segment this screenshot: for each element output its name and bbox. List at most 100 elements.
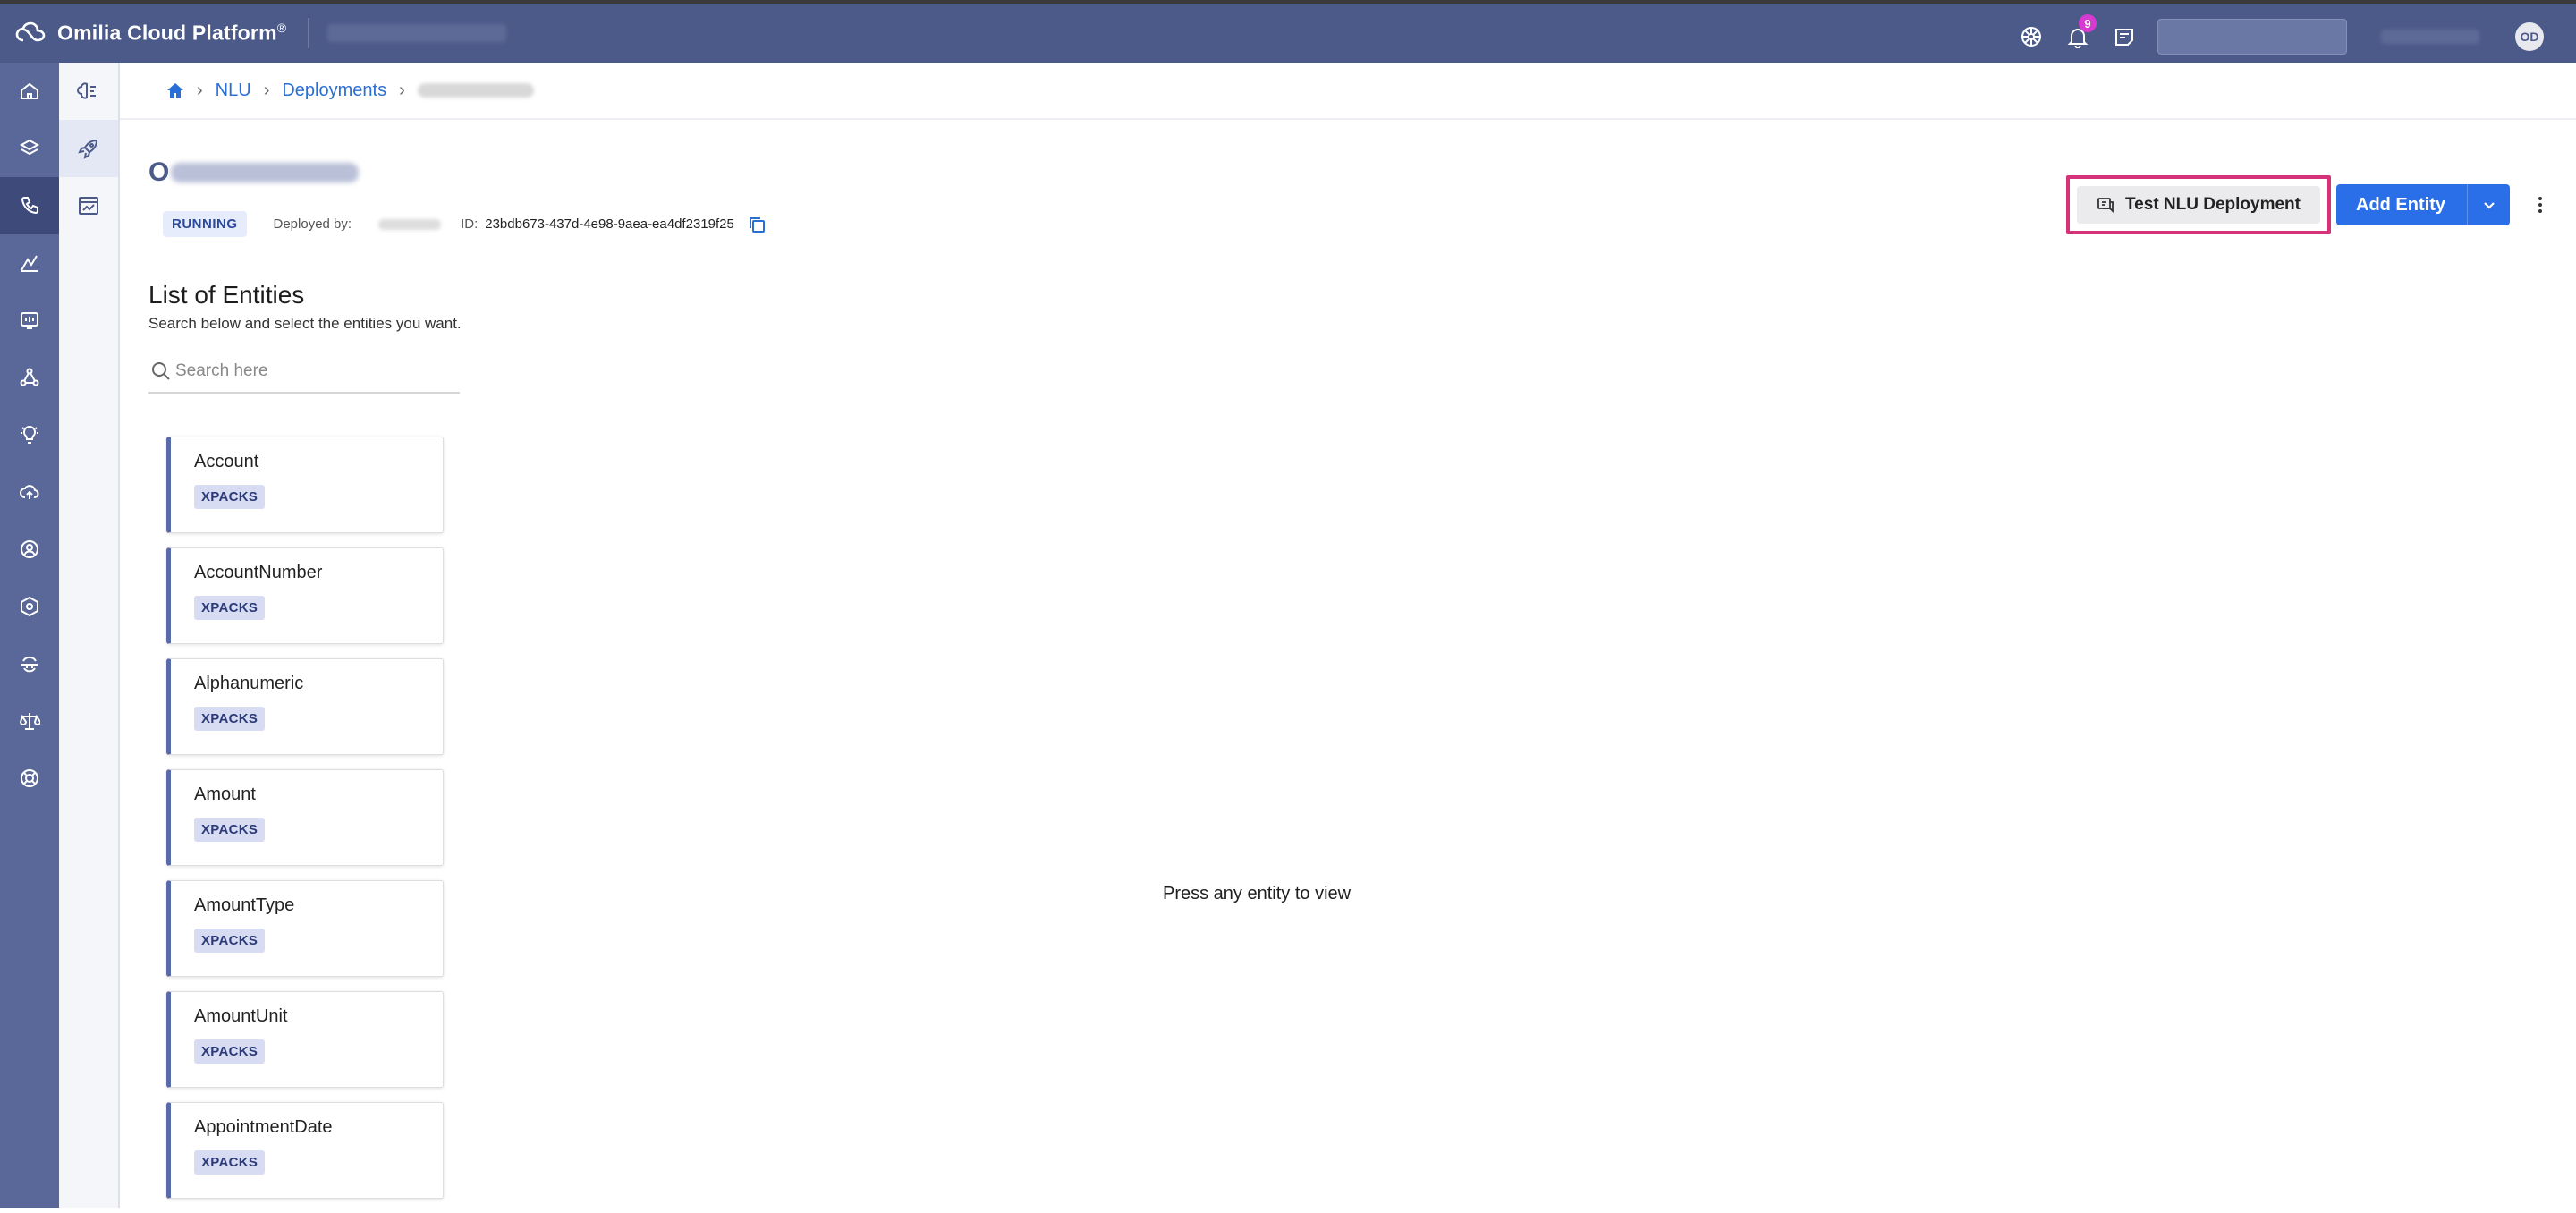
entity-name: AppointmentDate: [194, 1117, 333, 1137]
entity-card[interactable]: AppointmentDate XPACKS: [166, 1102, 444, 1199]
copy-icon[interactable]: [747, 215, 767, 234]
layers-icon: [19, 139, 40, 156]
status-badge: RUNNING: [163, 211, 247, 237]
top-right-tools: 9 OD: [2018, 7, 2576, 66]
entity-card[interactable]: Alphanumeric XPACKS: [166, 658, 444, 755]
sidebar-item-biometrics[interactable]: [0, 635, 59, 692]
analytics-icon: [21, 255, 38, 272]
scale-icon: [19, 713, 40, 730]
help-wheel-button[interactable]: [2018, 23, 2045, 50]
phone-icon: [21, 197, 38, 215]
sidebar-item-layers[interactable]: [0, 120, 59, 177]
page-title-redacted: [171, 163, 360, 182]
sidebar-item-voice[interactable]: [0, 292, 59, 349]
workspace-selector[interactable]: [327, 24, 507, 42]
breadcrumb-current: [417, 83, 534, 98]
entity-tag: XPACKS: [194, 485, 266, 509]
add-entity-button[interactable]: Add Entity: [2336, 184, 2510, 225]
subnav-reports[interactable]: [59, 177, 118, 234]
breadcrumb-nlu[interactable]: NLU: [216, 81, 251, 101]
top-bar: Omilia Cloud Platform® 9 OD: [0, 0, 2576, 63]
breadcrumb-separator: ›: [197, 80, 203, 100]
sidebar-item-support[interactable]: [0, 750, 59, 807]
home-icon: [21, 82, 38, 99]
lifebuoy-icon: [21, 769, 38, 787]
notifications-button[interactable]: 9: [2064, 14, 2097, 50]
help-wheel-icon: [2021, 27, 2041, 47]
entity-name: AmountUnit: [194, 1006, 288, 1026]
deployed-by-label: Deployed by:: [273, 216, 352, 232]
sidebar-item-cloud[interactable]: [0, 463, 59, 521]
hexagon-icon: [21, 596, 38, 617]
highlight-frame: Test NLU Deployment: [2065, 175, 2331, 234]
test-nlu-deployment-button[interactable]: Test NLU Deployment: [2076, 186, 2320, 224]
rocket-icon: [78, 139, 98, 159]
deployed-by-value: [378, 218, 442, 230]
report-icon: [79, 197, 98, 215]
lightbulb-icon: [21, 425, 38, 444]
home-icon[interactable]: [166, 81, 184, 99]
entity-name: Amount: [194, 785, 256, 804]
search-field: [148, 351, 460, 394]
user-avatar[interactable]: OD: [2515, 22, 2544, 51]
breadcrumb: › NLU › Deployments ›: [120, 63, 2576, 120]
sidebar-item-packages[interactable]: [0, 578, 59, 635]
entity-name: AmountType: [194, 895, 295, 915]
subnav-deployments[interactable]: [59, 120, 118, 177]
subnav-models[interactable]: [59, 63, 118, 120]
entity-card[interactable]: AmountType XPACKS: [166, 880, 444, 977]
sidebar-item-orchestrator[interactable]: [0, 349, 59, 406]
empty-state-message: Press any entity to view: [1163, 884, 1352, 903]
entity-tag: XPACKS: [194, 818, 266, 842]
entity-name: Alphanumeric: [194, 674, 304, 693]
entity-card[interactable]: Amount XPACKS: [166, 769, 444, 866]
page-title: O: [148, 157, 360, 188]
entity-list: Account XPACKS AccountNumber XPACKS Alph…: [166, 437, 444, 1213]
cloud-upload-icon: [20, 485, 39, 499]
sidebar-item-compliance[interactable]: [0, 692, 59, 750]
brand-name: Omilia Cloud Platform®: [57, 21, 287, 45]
cloud-logo-icon: [15, 21, 46, 42]
deployment-meta: RUNNING Deployed by: ID: 23bdb673-437d-4…: [163, 211, 767, 237]
entity-name: AccountNumber: [194, 563, 323, 582]
entity-card[interactable]: AmountUnit XPACKS: [166, 991, 444, 1088]
page-actions: Test NLU Deployment Add Entity: [2065, 174, 2576, 236]
breadcrumb-deployments[interactable]: Deployments: [282, 81, 386, 101]
search-input[interactable]: [175, 361, 444, 381]
add-entity-dropdown[interactable]: [2467, 184, 2510, 225]
sidebar-item-nlu[interactable]: [0, 177, 59, 234]
entity-tag: XPACKS: [194, 929, 266, 953]
entities-title: List of Entities: [148, 281, 305, 309]
entity-tag: XPACKS: [194, 1039, 266, 1064]
notes-icon: [2115, 29, 2133, 46]
breadcrumb-separator: ›: [263, 80, 270, 100]
network-icon: [20, 368, 39, 386]
region-selector[interactable]: [2157, 19, 2347, 55]
brain-icon: [77, 82, 96, 99]
chat-test-icon: [2097, 198, 2114, 214]
entity-card[interactable]: AccountNumber XPACKS: [166, 547, 444, 644]
sub-sidebar: [59, 63, 120, 1208]
chevron-down-icon: [2483, 202, 2495, 209]
notification-badge: 9: [2079, 14, 2097, 32]
more-options-button[interactable]: [2522, 184, 2558, 225]
add-entity-label: Add Entity: [2356, 194, 2445, 215]
sidebar-item-analytics[interactable]: [0, 234, 59, 292]
sidebar-item-home[interactable]: [0, 63, 59, 120]
id-label: ID:: [461, 216, 479, 232]
entity-card[interactable]: Account XPACKS: [166, 437, 444, 533]
logo[interactable]: Omilia Cloud Platform®: [14, 4, 286, 63]
fingerprint-icon: [21, 656, 38, 673]
main-sidebar: [0, 63, 59, 1208]
sidebar-item-agents[interactable]: [0, 521, 59, 578]
kebab-menu-icon: [2538, 197, 2542, 213]
top-divider: [308, 18, 310, 48]
id-value: 23bdb673-437d-4e98-9aea-ea4df2319f25: [485, 216, 734, 232]
entities-subtitle: Search below and select the entities you…: [148, 315, 462, 332]
release-notes-button[interactable]: [2111, 23, 2138, 50]
sidebar-item-insights[interactable]: [0, 406, 59, 463]
account-selector[interactable]: [2381, 30, 2479, 44]
search-icon: [152, 362, 170, 380]
test-nlu-deployment-label: Test NLU Deployment: [2124, 195, 2301, 214]
voice-icon: [21, 312, 38, 329]
